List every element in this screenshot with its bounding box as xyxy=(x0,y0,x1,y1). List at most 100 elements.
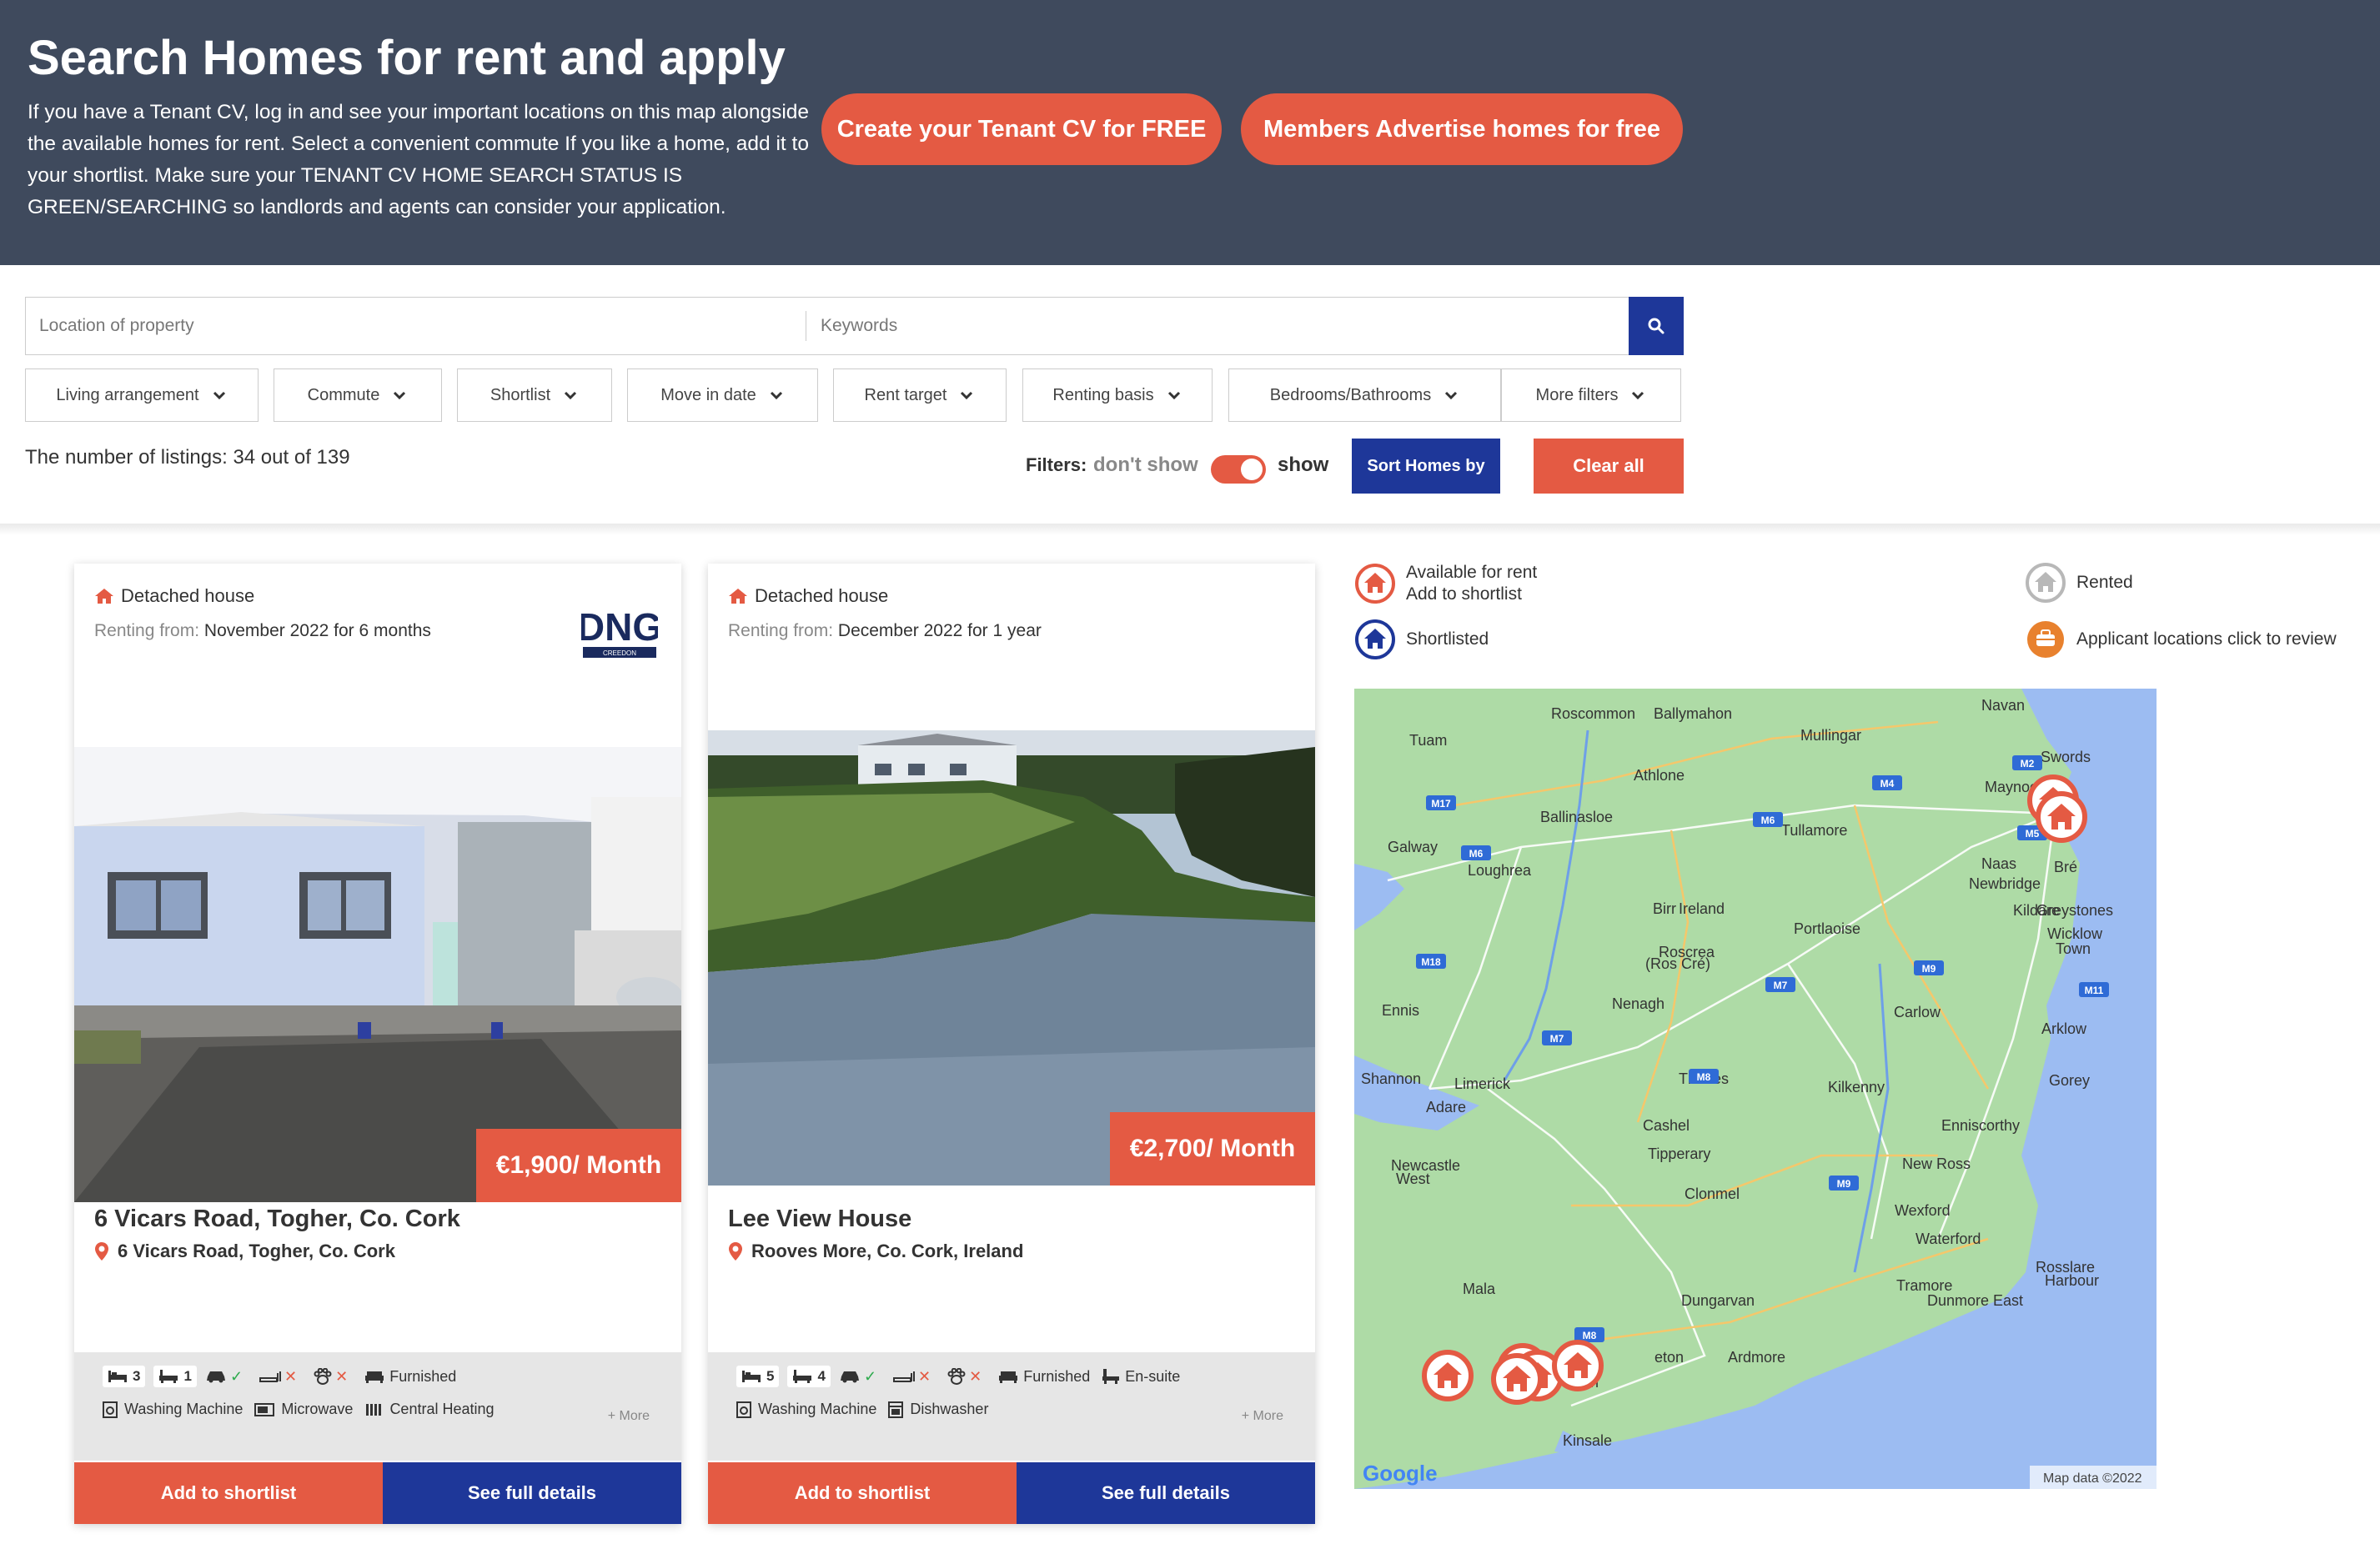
listing-title[interactable]: Lee View House xyxy=(728,1206,911,1233)
cross-icon: ✕ xyxy=(918,1367,931,1385)
check-icon: ✓ xyxy=(863,1367,877,1385)
map-house-marker[interactable] xyxy=(1491,1353,1543,1405)
see-full-details-button[interactable]: See full details xyxy=(383,1462,681,1524)
listing-title[interactable]: 6 Vicars Road, Togher, Co. Cork xyxy=(94,1206,460,1233)
see-full-details-button[interactable]: See full details xyxy=(1017,1462,1315,1524)
map-place-label: Cashel xyxy=(1643,1117,1690,1134)
sofa-icon xyxy=(365,1371,384,1383)
more-features-link[interactable]: + More xyxy=(608,1409,650,1424)
bathrooms-count: 1 xyxy=(153,1366,197,1387)
road-shield: M7 xyxy=(1542,1030,1572,1045)
renting-from: Renting from: December 2022 for 1 year xyxy=(728,621,1042,640)
bedrooms-count: 5 xyxy=(736,1366,780,1387)
map-place-label: Mullingar xyxy=(1800,727,1861,744)
road-shield: M6 xyxy=(1461,845,1491,860)
chevron-down-icon xyxy=(1445,391,1458,400)
listing-card[interactable]: Detached house Renting from: November 20… xyxy=(74,564,681,1524)
house-icon xyxy=(95,589,113,604)
car-icon xyxy=(206,1371,225,1383)
price-badge: €2,700/ Month xyxy=(1110,1112,1315,1186)
listing-count: The number of listings: 34 out of 139 xyxy=(25,446,350,469)
svg-text:M17: M17 xyxy=(1431,798,1451,810)
svg-text:CREEDON: CREEDON xyxy=(603,649,636,657)
ensuite-icon xyxy=(1102,1369,1120,1384)
advertise-homes-button[interactable]: Members Advertise homes for free xyxy=(1241,93,1683,165)
smoking-icon xyxy=(259,1371,282,1382)
map-place-label: Ballinasloe xyxy=(1540,809,1613,825)
road-shield: M6 xyxy=(1753,812,1783,827)
bed-icon xyxy=(742,1371,761,1382)
map-place-label: Dungarvan xyxy=(1681,1292,1755,1309)
map-house-marker[interactable] xyxy=(1422,1350,1474,1401)
cross-icon: ✕ xyxy=(284,1367,298,1385)
map-house-marker[interactable] xyxy=(1552,1340,1604,1391)
search-bar: Location of property Keywords xyxy=(25,297,1629,355)
radiator-icon xyxy=(366,1403,382,1416)
map[interactable]: Roscommon Ballymahon Navan Mullingar Tuam Swo… xyxy=(1354,689,2157,1489)
filter-more-filters[interactable]: More filters xyxy=(1501,368,1681,422)
dishwasher-icon xyxy=(888,1401,904,1418)
more-features-link[interactable]: + More xyxy=(1242,1409,1283,1424)
location-input[interactable]: Location of property xyxy=(39,298,790,354)
property-type: Detached house xyxy=(728,585,888,607)
chevron-down-icon xyxy=(394,391,406,400)
house-icon xyxy=(729,589,747,604)
map-place-label: Birr xyxy=(1653,900,1676,917)
toggle-knob xyxy=(1241,459,1263,480)
filter-living-arrangement[interactable]: Living arrangement xyxy=(25,368,259,422)
map-place-label: Shannon xyxy=(1361,1070,1421,1087)
washing-machine-icon xyxy=(736,1401,751,1418)
filter-move-in-date[interactable]: Move in date xyxy=(627,368,818,422)
map-place-label: Roscommon xyxy=(1551,705,1635,722)
sort-homes-button[interactable]: Sort Homes by xyxy=(1352,439,1500,494)
road-shield: M11 xyxy=(2079,982,2109,997)
map-place-label: Bré xyxy=(2054,859,2077,875)
map-place-label: New Ross xyxy=(1902,1155,1971,1172)
map-house-marker[interactable] xyxy=(2036,791,2087,843)
shortlisted-house-marker-icon xyxy=(1355,619,1395,659)
add-to-shortlist-button[interactable]: Add to shortlist xyxy=(74,1462,383,1524)
map-place-label: Enniscorthy xyxy=(1941,1117,2020,1134)
listing-card[interactable]: Detached house Renting from: December 20… xyxy=(708,564,1315,1524)
map-place-label: Tipperary xyxy=(1648,1145,1710,1162)
clear-all-button[interactable]: Clear all xyxy=(1534,439,1684,494)
chevron-down-icon xyxy=(770,391,782,400)
map-place-label: Harbour xyxy=(2045,1272,2099,1289)
road-shield: M2 xyxy=(2012,755,2042,770)
price-badge: €1,900/ Month xyxy=(476,1129,681,1202)
add-to-shortlist-button[interactable]: Add to shortlist xyxy=(708,1462,1017,1524)
filter-rent-target[interactable]: Rent target xyxy=(833,368,1007,422)
filter-bedrooms-bathrooms[interactable]: Bedrooms/Bathrooms xyxy=(1228,368,1501,422)
svg-text:M8: M8 xyxy=(1583,1330,1597,1341)
map-place-label: Ennis xyxy=(1382,1002,1419,1019)
bedrooms-count: 3 xyxy=(103,1366,146,1387)
road-shield: M9 xyxy=(1829,1176,1859,1191)
filter-renting-basis[interactable]: Renting basis xyxy=(1022,368,1213,422)
bathrooms-count: 4 xyxy=(787,1366,831,1387)
map-place-label: Athlone xyxy=(1634,767,1685,784)
map-place-label: Waterford xyxy=(1916,1231,1981,1247)
map-place-label: Galway xyxy=(1388,839,1438,855)
map-place-label: Ireland xyxy=(1679,900,1725,917)
location-pin-icon xyxy=(95,1242,108,1261)
filter-commute[interactable]: Commute xyxy=(274,368,442,422)
applicant-marker-icon xyxy=(2027,621,2064,658)
svg-text:M2: M2 xyxy=(2021,758,2035,769)
svg-text:DNG: DNG xyxy=(581,605,658,649)
filters-toggle[interactable] xyxy=(1211,455,1266,484)
page-title: Search Homes for rent and apply xyxy=(28,31,786,85)
map-place-label: Tramore xyxy=(1896,1277,1952,1294)
svg-text:M9: M9 xyxy=(1837,1178,1851,1190)
search-button[interactable] xyxy=(1629,297,1684,355)
available-house-marker-icon xyxy=(1355,564,1395,604)
map-place-label: Wexford xyxy=(1895,1202,1951,1219)
location-pin-icon xyxy=(729,1242,742,1261)
map-place-label: Kinsale xyxy=(1563,1432,1612,1449)
keywords-input[interactable]: Keywords xyxy=(821,298,1613,354)
listing-address: 6 Vicars Road, Togher, Co. Cork xyxy=(94,1241,395,1262)
filter-shortlist[interactable]: Shortlist xyxy=(457,368,612,422)
cross-icon: ✕ xyxy=(335,1367,349,1385)
map-place-label: Limerick xyxy=(1454,1075,1511,1092)
legend-available: Available for rent Add to shortlist xyxy=(1354,562,1537,605)
create-tenant-cv-button[interactable]: Create your Tenant CV for FREE xyxy=(821,93,1222,165)
